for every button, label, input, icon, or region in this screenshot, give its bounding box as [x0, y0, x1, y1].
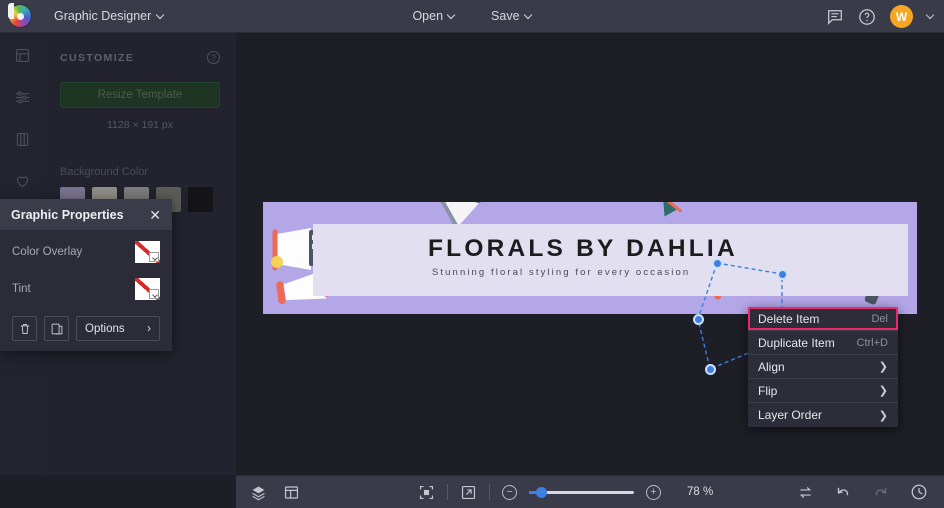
selection-handle[interactable] — [711, 257, 723, 269]
context-menu-item[interactable]: Flip ❯ — [748, 379, 898, 403]
resize-template-button[interactable]: Resize Template — [60, 82, 220, 108]
swap-icon[interactable] — [797, 484, 814, 501]
template-dimensions: 1128 × 191 px — [106, 119, 174, 131]
layout-icon[interactable] — [14, 131, 31, 153]
redo-icon[interactable] — [872, 483, 890, 501]
close-icon[interactable]: ✕ — [149, 208, 161, 222]
top-right-actions: W — [826, 0, 934, 33]
chevron-down-icon — [448, 12, 455, 19]
options-button[interactable]: Options › — [76, 316, 160, 341]
bottom-zoom-tools: − + 78 % — [418, 484, 713, 501]
panel-header: CUSTOMIZE ? — [60, 51, 220, 64]
undo-icon[interactable] — [834, 483, 852, 501]
open-button[interactable]: Open — [403, 4, 464, 28]
save-label: Save — [491, 9, 520, 23]
history-clock-icon[interactable] — [910, 483, 928, 501]
tint-label: Tint — [12, 282, 31, 295]
graphic-properties-header: Graphic Properties ✕ — [0, 199, 172, 230]
comment-icon[interactable] — [826, 8, 844, 26]
banner-subtitle: Stunning floral styling for every occasi… — [432, 267, 691, 278]
graphic-properties-actions: Options › — [0, 316, 172, 341]
context-menu-item[interactable]: Align ❯ — [748, 355, 898, 379]
bottom-bar: − + 78 % — [236, 475, 944, 508]
resize-template-label: Resize Template — [97, 89, 183, 101]
top-center-actions: Open Save — [372, 4, 572, 28]
context-menu-item[interactable]: Delete Item Del — [748, 307, 898, 331]
expand-icon[interactable] — [460, 484, 477, 501]
app-name-label: Graphic Designer — [54, 9, 152, 23]
zoom-in-button[interactable]: + — [646, 484, 661, 500]
tint-swatch[interactable] — [135, 277, 160, 300]
top-bar: Graphic Designer Open Save W — [0, 0, 944, 33]
zoom-slider-knob[interactable] — [535, 486, 547, 498]
duplicate-icon[interactable] — [44, 316, 69, 341]
graphic-properties-panel: Graphic Properties ✕ Color Overlay Tint — [0, 199, 172, 351]
zoom-slider[interactable] — [529, 486, 634, 498]
question-icon[interactable]: ? — [207, 51, 220, 64]
adjustments-icon[interactable] — [14, 89, 31, 111]
context-menu-item[interactable]: Duplicate Item Ctrl+D — [748, 331, 898, 355]
zoom-value: 78 % — [687, 486, 714, 498]
avatar-initial: W — [895, 9, 908, 24]
chevron-down-icon — [525, 12, 532, 19]
palette-logo-icon — [8, 3, 31, 27]
context-menu-item-label: Duplicate Item — [758, 335, 835, 350]
grid-layout-icon[interactable] — [283, 484, 300, 501]
zoom-out-button[interactable]: − — [502, 484, 517, 500]
color-overlay-label: Color Overlay — [12, 245, 83, 258]
options-label: Options — [85, 322, 125, 335]
account-chevron-down-icon[interactable] — [927, 12, 934, 19]
color-overlay-row: Color Overlay — [0, 236, 172, 267]
toolbar-divider — [489, 484, 490, 500]
graphic-properties-title: Graphic Properties — [11, 207, 124, 222]
chevron-right-icon: › — [147, 322, 151, 335]
context-menu-shortcut: Ctrl+D — [856, 336, 888, 349]
chevron-down-icon — [157, 12, 164, 19]
avatar[interactable]: W — [890, 5, 913, 28]
chevron-right-icon: ❯ — [878, 361, 888, 373]
bottom-left-tools — [250, 484, 300, 501]
context-menu-item-label: Flip — [758, 383, 778, 398]
chevron-right-icon: ❯ — [878, 385, 888, 397]
context-menu-shortcut: Del — [871, 312, 888, 325]
trash-icon[interactable] — [12, 316, 37, 341]
tint-row: Tint — [0, 273, 172, 304]
chevron-right-icon: ❯ — [878, 409, 888, 422]
save-button[interactable]: Save — [482, 4, 541, 28]
banner-title: FLORALS BY DAHLIA — [428, 235, 738, 262]
toolbar-divider — [447, 484, 448, 500]
help-circle-icon[interactable] — [858, 8, 876, 26]
selection-handle[interactable] — [776, 268, 788, 280]
context-menu-item-label: Layer Order — [758, 408, 823, 422]
selection-handle[interactable] — [704, 363, 716, 375]
context-menu-item-label: Align — [758, 359, 785, 374]
fit-to-screen-icon[interactable] — [418, 484, 435, 501]
selection-handle[interactable] — [692, 313, 704, 325]
favorites-icon[interactable] — [14, 173, 31, 195]
background-color-label: Background Color — [60, 166, 149, 178]
context-menu-item[interactable]: Layer Order ❯ — [748, 403, 898, 427]
color-overlay-swatch[interactable] — [135, 240, 160, 263]
open-label: Open — [412, 9, 444, 23]
banner-artboard[interactable]: FLORALS BY DAHLIA Stunning floral stylin… — [263, 202, 917, 314]
context-menu[interactable]: Delete Item Del Duplicate Item Ctrl+D Align ❯… — [748, 307, 898, 427]
app-root: Graphic Designer Open Save W CUSTOMIZE ?… — [0, 0, 944, 508]
templates-icon[interactable] — [14, 47, 31, 69]
bottom-right-tools — [797, 483, 928, 501]
panel-title: CUSTOMIZE — [60, 51, 135, 64]
layers-icon[interactable] — [250, 484, 267, 501]
background-swatch[interactable] — [188, 187, 213, 212]
app-name-menu[interactable]: Graphic Designer — [45, 4, 173, 28]
context-menu-item-label: Delete Item — [758, 311, 820, 326]
